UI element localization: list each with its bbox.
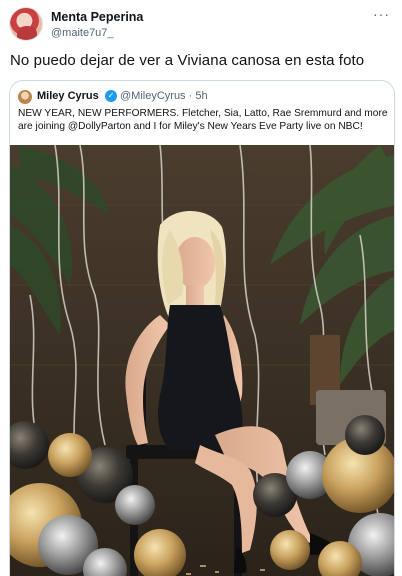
author-avatar[interactable] (9, 7, 43, 41)
quoted-tweet-text: NEW YEAR, NEW PERFORMERS. Fletcher, Sia,… (18, 108, 388, 132)
tweet-card[interactable]: Menta Peperina @maite7u7_ ··· No puedo d… (0, 0, 402, 576)
tweet-text: No puedo dejar de ver a Viviana canosa e… (10, 52, 365, 69)
quoted-photo[interactable] (10, 145, 394, 576)
photo-image (10, 145, 394, 576)
author-name[interactable]: Menta Peperina (51, 10, 143, 24)
quoted-author-name[interactable]: Miley Cyrus (37, 90, 99, 102)
quoted-tweet[interactable]: Miley Cyrus ✓ @MileyCyrus · 5h NEW YEAR,… (9, 80, 395, 576)
meta-separator: · (188, 90, 193, 102)
quoted-author-avatar[interactable] (18, 90, 32, 104)
author-handle[interactable]: @maite7u7_ (51, 27, 114, 39)
quoted-author-handle[interactable]: @MileyCyrus (120, 90, 186, 102)
more-options-icon[interactable]: ··· (373, 6, 390, 22)
quoted-meta: @MileyCyrus · 5h (120, 90, 208, 102)
quoted-timestamp[interactable]: 5h (195, 90, 207, 102)
verified-badge-icon: ✓ (105, 90, 117, 102)
